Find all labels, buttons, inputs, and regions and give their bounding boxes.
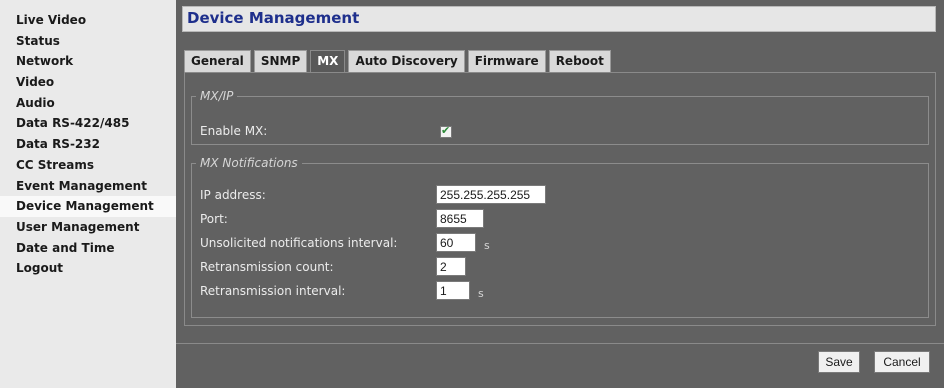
mx-notifications-legend: MX Notifications	[200, 156, 298, 170]
mx-notifications-fieldset: MX Notifications IP address: 255.255.255…	[191, 156, 929, 318]
retrans-interval-unit: s	[478, 287, 484, 300]
port-row: Port: 8655	[200, 208, 920, 230]
sidebar-item-device-management[interactable]: Device Management	[0, 196, 176, 217]
sidebar-item-live-video[interactable]: Live Video	[0, 10, 176, 31]
retrans-interval-label: Retransmission interval:	[200, 284, 346, 298]
page-title-bar: Device Management	[182, 6, 936, 32]
port-label: Port:	[200, 212, 228, 226]
sidebar-item-logout[interactable]: Logout	[0, 258, 176, 279]
cancel-button[interactable]: Cancel	[874, 351, 930, 373]
mxip-legend: MX/IP	[200, 89, 234, 103]
tab-content: MX/IP Enable MX: ✔ MX Notifications IP a…	[184, 73, 936, 326]
sidebar-item-data-rs422-485[interactable]: Data RS-422/485	[0, 113, 176, 134]
tab-snmp[interactable]: SNMP	[253, 50, 308, 72]
sidebar-item-video[interactable]: Video	[0, 72, 176, 93]
enable-mx-row: Enable MX: ✔	[200, 121, 920, 141]
footer-divider	[176, 343, 944, 344]
sidebar-item-user-management[interactable]: User Management	[0, 217, 176, 238]
checkmark-icon: ✔	[441, 124, 451, 137]
ip-address-input[interactable]: 255.255.255.255	[436, 185, 546, 204]
save-button[interactable]: Save	[818, 351, 860, 373]
tab-general[interactable]: General	[184, 50, 251, 72]
retrans-interval-row: Retransmission interval: 1 s	[200, 280, 920, 302]
main-panel: Device Management General SNMP MX Auto D…	[176, 0, 944, 388]
sidebar-item-status[interactable]: Status	[0, 31, 176, 52]
sidebar-item-date-and-time[interactable]: Date and Time	[0, 238, 176, 259]
interval-input[interactable]: 60	[436, 233, 476, 252]
tab-mx[interactable]: MX	[310, 50, 346, 72]
tab-firmware[interactable]: Firmware	[467, 50, 546, 72]
sidebar-item-data-rs232[interactable]: Data RS-232	[0, 134, 176, 155]
enable-mx-label: Enable MX:	[200, 124, 268, 138]
enable-mx-checkbox[interactable]: ✔	[440, 124, 452, 138]
retrans-count-input[interactable]: 2	[436, 257, 466, 276]
retrans-count-row: Retransmission count: 2	[200, 256, 920, 278]
tab-reboot[interactable]: Reboot	[548, 50, 611, 72]
interval-label: Unsolicited notifications interval:	[200, 236, 398, 250]
tab-auto-discovery[interactable]: Auto Discovery	[348, 50, 465, 72]
page-title: Device Management	[187, 9, 360, 27]
sidebar-item-event-management[interactable]: Event Management	[0, 176, 176, 197]
tab-bar: General SNMP MX Auto Discovery Firmware …	[184, 50, 614, 72]
sidebar-nav: Live Video Status Network Video Audio Da…	[0, 0, 176, 388]
sidebar-item-audio[interactable]: Audio	[0, 93, 176, 114]
ip-address-label: IP address:	[200, 188, 266, 202]
ip-address-row: IP address: 255.255.255.255	[200, 184, 920, 206]
interval-unit: s	[484, 239, 490, 252]
sidebar-item-cc-streams[interactable]: CC Streams	[0, 155, 176, 176]
mxip-fieldset: MX/IP Enable MX: ✔	[191, 89, 929, 145]
sidebar-item-network[interactable]: Network	[0, 51, 176, 72]
retrans-interval-input[interactable]: 1	[436, 281, 470, 300]
retrans-count-label: Retransmission count:	[200, 260, 334, 274]
port-input[interactable]: 8655	[436, 209, 484, 228]
interval-row: Unsolicited notifications interval: 60 s	[200, 232, 920, 254]
